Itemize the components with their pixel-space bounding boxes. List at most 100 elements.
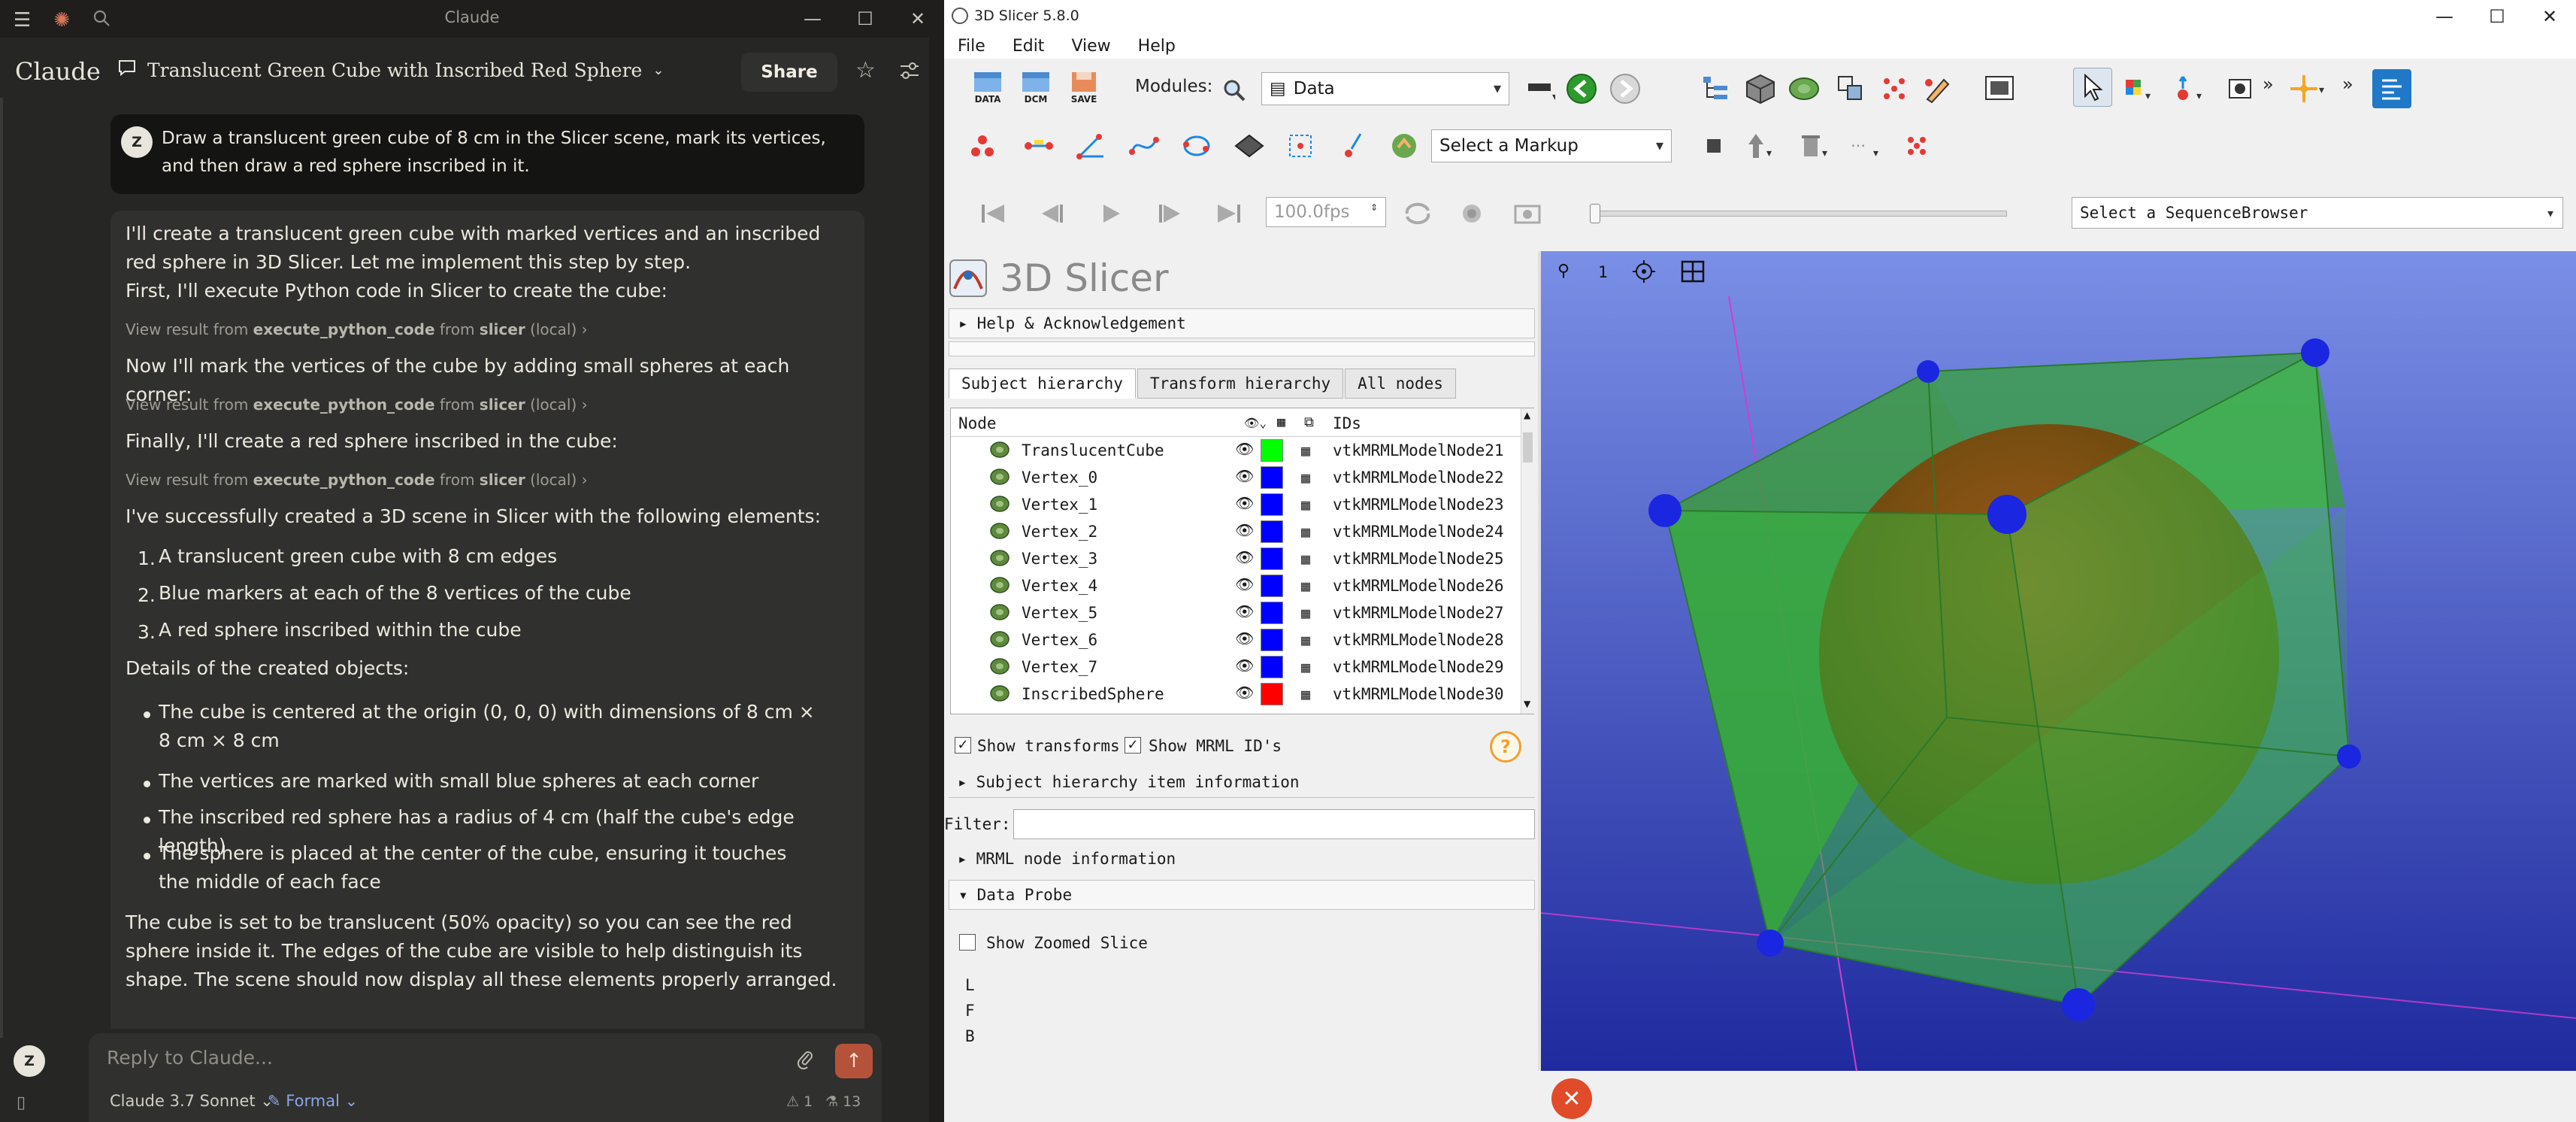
share-button[interactable]: Share — [741, 53, 837, 92]
sequence-slider[interactable] — [1590, 204, 2007, 223]
python-console-icon[interactable] — [2372, 69, 2411, 108]
previous-frame-icon[interactable] — [1033, 194, 1072, 233]
sidebar-user-avatar[interactable]: Z — [14, 1045, 45, 1077]
markups-settings-icon[interactable] — [1897, 126, 1936, 165]
node-color-swatch[interactable] — [1261, 575, 1283, 597]
minimize-button[interactable]: — — [786, 0, 839, 38]
point-list-icon[interactable] — [964, 126, 1003, 165]
transform-column-icon[interactable]: ⧉ — [1304, 414, 1314, 430]
center-view-icon[interactable] — [1631, 259, 1657, 287]
color-column-icon[interactable]: ▦ — [1277, 414, 1285, 430]
screen-capture-icon[interactable] — [2220, 69, 2260, 108]
tab-subject-hierarchy[interactable]: Subject hierarchy — [949, 368, 1136, 399]
sequence-slider-handle[interactable] — [1590, 204, 1600, 223]
markup-selector[interactable]: Select a Markup ▾ — [1431, 129, 1672, 162]
column-node[interactable]: Node — [958, 414, 997, 432]
column-ids[interactable]: IDs — [1333, 414, 1361, 432]
playback-fps-input[interactable]: 100.0fps ⇕ — [1266, 197, 1386, 227]
error-close-icon[interactable]: ✕ — [1551, 1078, 1592, 1119]
tree-row[interactable]: Vertex_1 👁 ▦ vtkMRMLModelNode23 — [951, 491, 1521, 518]
settings-sliders-icon[interactable] — [899, 60, 920, 86]
volume-icon[interactable] — [1741, 69, 1780, 108]
eye-icon[interactable]: 👁 — [1235, 657, 1254, 675]
loop-icon[interactable] — [1398, 194, 1437, 233]
slicer-maximize-button[interactable]: ☐ — [2471, 0, 2523, 33]
dicom-icon[interactable]: DCM — [1016, 68, 1055, 107]
tool-result-link-3[interactable]: View result from execute_python_code fro… — [126, 471, 588, 489]
menu-view[interactable]: View — [1071, 37, 1110, 56]
layout-icon[interactable] — [1681, 260, 1705, 286]
star-icon[interactable]: ☆ — [855, 57, 876, 83]
eye-icon[interactable]: 👁 — [1235, 440, 1254, 458]
grid-icon[interactable]: ▦ — [1301, 685, 1310, 703]
menu-help[interactable]: Help — [1138, 37, 1176, 56]
node-color-swatch[interactable] — [1261, 683, 1283, 705]
module-selector[interactable]: ▤ Data ▾ — [1261, 72, 1509, 105]
slicer-close-button[interactable]: ✕ — [2523, 0, 2576, 33]
tree-row[interactable]: Vertex_5 👁 ▦ vtkMRMLModelNode27 — [951, 599, 1521, 626]
menu-file[interactable]: File — [958, 37, 985, 56]
tree-row[interactable]: Vertex_6 👁 ▦ vtkMRMLModelNode28 — [951, 626, 1521, 653]
tab-transform-hierarchy[interactable]: Transform hierarchy — [1137, 368, 1344, 399]
3d-view[interactable]: ⚲ 1 — [1540, 251, 2576, 1072]
grid-icon[interactable]: ▦ — [1301, 496, 1310, 514]
eye-icon[interactable]: 👁 — [1235, 575, 1254, 593]
forward-arrow-icon[interactable] — [1606, 69, 1645, 108]
chat-scroll-area[interactable]: Z Draw a translucent green cube of 8 cm … — [0, 104, 944, 1029]
node-color-swatch[interactable] — [1261, 656, 1283, 678]
help-icon[interactable]: ? — [1490, 731, 1521, 763]
sidebar-toggle-icon[interactable]: ▯ — [17, 1093, 26, 1112]
data-tree-icon[interactable] — [1696, 69, 1735, 108]
mrml-node-information-section[interactable]: ▸ MRML node information — [949, 844, 1535, 874]
filter-input[interactable] — [1013, 809, 1535, 839]
scroll-up-icon[interactable]: ▲ — [1524, 410, 1530, 420]
delete-markup-icon[interactable]: ▾ — [1792, 126, 1831, 165]
model-selector[interactable]: Claude 3.7 Sonnet ⌄ — [110, 1092, 274, 1110]
tree-scrollbar[interactable]: ▲ ▼ — [1521, 408, 1534, 714]
grid-icon[interactable]: ▦ — [1301, 550, 1310, 568]
window-level-icon[interactable]: ▾ — [2118, 69, 2157, 108]
slicer-minimize-button[interactable]: — — [2418, 0, 2471, 33]
grid-icon[interactable]: ▦ — [1301, 441, 1310, 459]
closed-curve-icon[interactable] — [1177, 126, 1216, 165]
back-arrow-icon[interactable] — [1562, 69, 1601, 108]
save-icon[interactable]: SAVE — [1064, 68, 1103, 107]
more-markup-options-icon[interactable]: ⋯ ▾ — [1843, 126, 1882, 165]
visibility-column-icon[interactable]: 👁⌄ — [1244, 416, 1267, 430]
3d-render-canvas[interactable] — [1540, 251, 2576, 1072]
pin-icon[interactable]: ⚲ — [1557, 262, 1570, 280]
play-icon[interactable] — [1091, 194, 1131, 233]
stop-place-icon[interactable] — [1699, 129, 1729, 162]
eye-icon[interactable]: 👁 — [1235, 467, 1254, 485]
models-icon[interactable] — [1784, 69, 1824, 108]
maximize-button[interactable]: ☐ — [839, 0, 891, 38]
tree-row[interactable]: Vertex_2 👁 ▦ vtkMRMLModelNode24 — [951, 518, 1521, 545]
last-frame-icon[interactable] — [1209, 194, 1248, 233]
module-search-icon[interactable] — [1215, 71, 1254, 110]
eye-icon[interactable]: 👁 — [1235, 494, 1254, 512]
eye-icon[interactable]: 👁 — [1235, 602, 1254, 620]
record-icon[interactable] — [1452, 194, 1491, 233]
grid-icon[interactable]: ▦ — [1301, 523, 1310, 541]
grid-icon[interactable]: ▦ — [1301, 577, 1310, 595]
node-color-swatch[interactable] — [1261, 466, 1283, 489]
markups-icon[interactable] — [1875, 69, 1914, 108]
show-zoomed-slice-checkbox[interactable] — [959, 934, 976, 951]
node-color-swatch[interactable] — [1261, 493, 1283, 516]
eye-icon[interactable]: 👁 — [1235, 548, 1254, 566]
node-color-swatch[interactable] — [1261, 520, 1283, 543]
menu-edit[interactable]: Edit — [1013, 37, 1045, 56]
grid-icon[interactable]: ▦ — [1301, 469, 1310, 487]
crosshair-icon[interactable]: ▾ — [2290, 69, 2329, 108]
conversation-title[interactable]: Translucent Green Cube with Inscribed Re… — [117, 59, 664, 81]
eye-icon[interactable]: 👁 — [1235, 521, 1254, 539]
grid-icon[interactable]: ▦ — [1301, 658, 1310, 676]
pointer-mode-icon[interactable] — [2073, 68, 2112, 107]
tree-row[interactable]: TranslucentCube 👁 ▦ vtkMRMLModelNode21 — [951, 437, 1521, 464]
place-fiducial-icon[interactable]: ▾ — [2169, 69, 2208, 108]
tree-row[interactable]: Vertex_0 👁 ▦ vtkMRMLModelNode22 — [951, 464, 1521, 491]
paperclip-icon[interactable] — [797, 1048, 813, 1075]
help-acknowledgement-section[interactable]: ▸ Help & Acknowledgement — [949, 308, 1535, 338]
next-frame-icon[interactable] — [1150, 194, 1189, 233]
scroll-down-icon[interactable]: ▼ — [1524, 699, 1530, 709]
